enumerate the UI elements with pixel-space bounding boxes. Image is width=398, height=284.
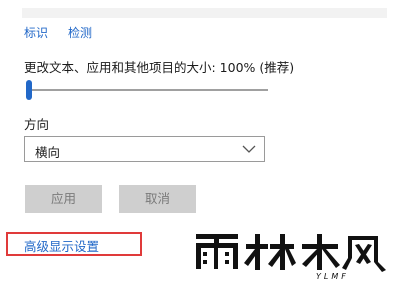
orientation-label: 方向 xyxy=(24,117,50,132)
ylmf-watermark-logo: YLMF xyxy=(196,234,386,281)
slider-track xyxy=(26,89,268,91)
cancel-button[interactable]: 取消 xyxy=(119,185,196,213)
scale-slider[interactable] xyxy=(26,80,268,100)
detect-link[interactable]: 检测 xyxy=(68,24,92,41)
advanced-display-settings-link[interactable]: 高级显示设置 xyxy=(24,236,99,255)
svg-text:YLMF: YLMF xyxy=(316,272,349,281)
chevron-down-icon xyxy=(242,145,256,153)
top-strip xyxy=(22,8,387,18)
display-settings-page: 标识 检测 更改文本、应用和其他项目的大小: 100% (推荐) 方向 横向 应… xyxy=(0,0,398,284)
orientation-selected-value: 横向 xyxy=(35,145,61,160)
slider-thumb[interactable] xyxy=(26,80,32,100)
identify-link[interactable]: 标识 xyxy=(24,24,48,41)
orientation-dropdown[interactable]: 横向 xyxy=(24,136,265,162)
apply-button[interactable]: 应用 xyxy=(25,185,102,213)
scale-label: 更改文本、应用和其他项目的大小: 100% (推荐) xyxy=(24,60,295,75)
